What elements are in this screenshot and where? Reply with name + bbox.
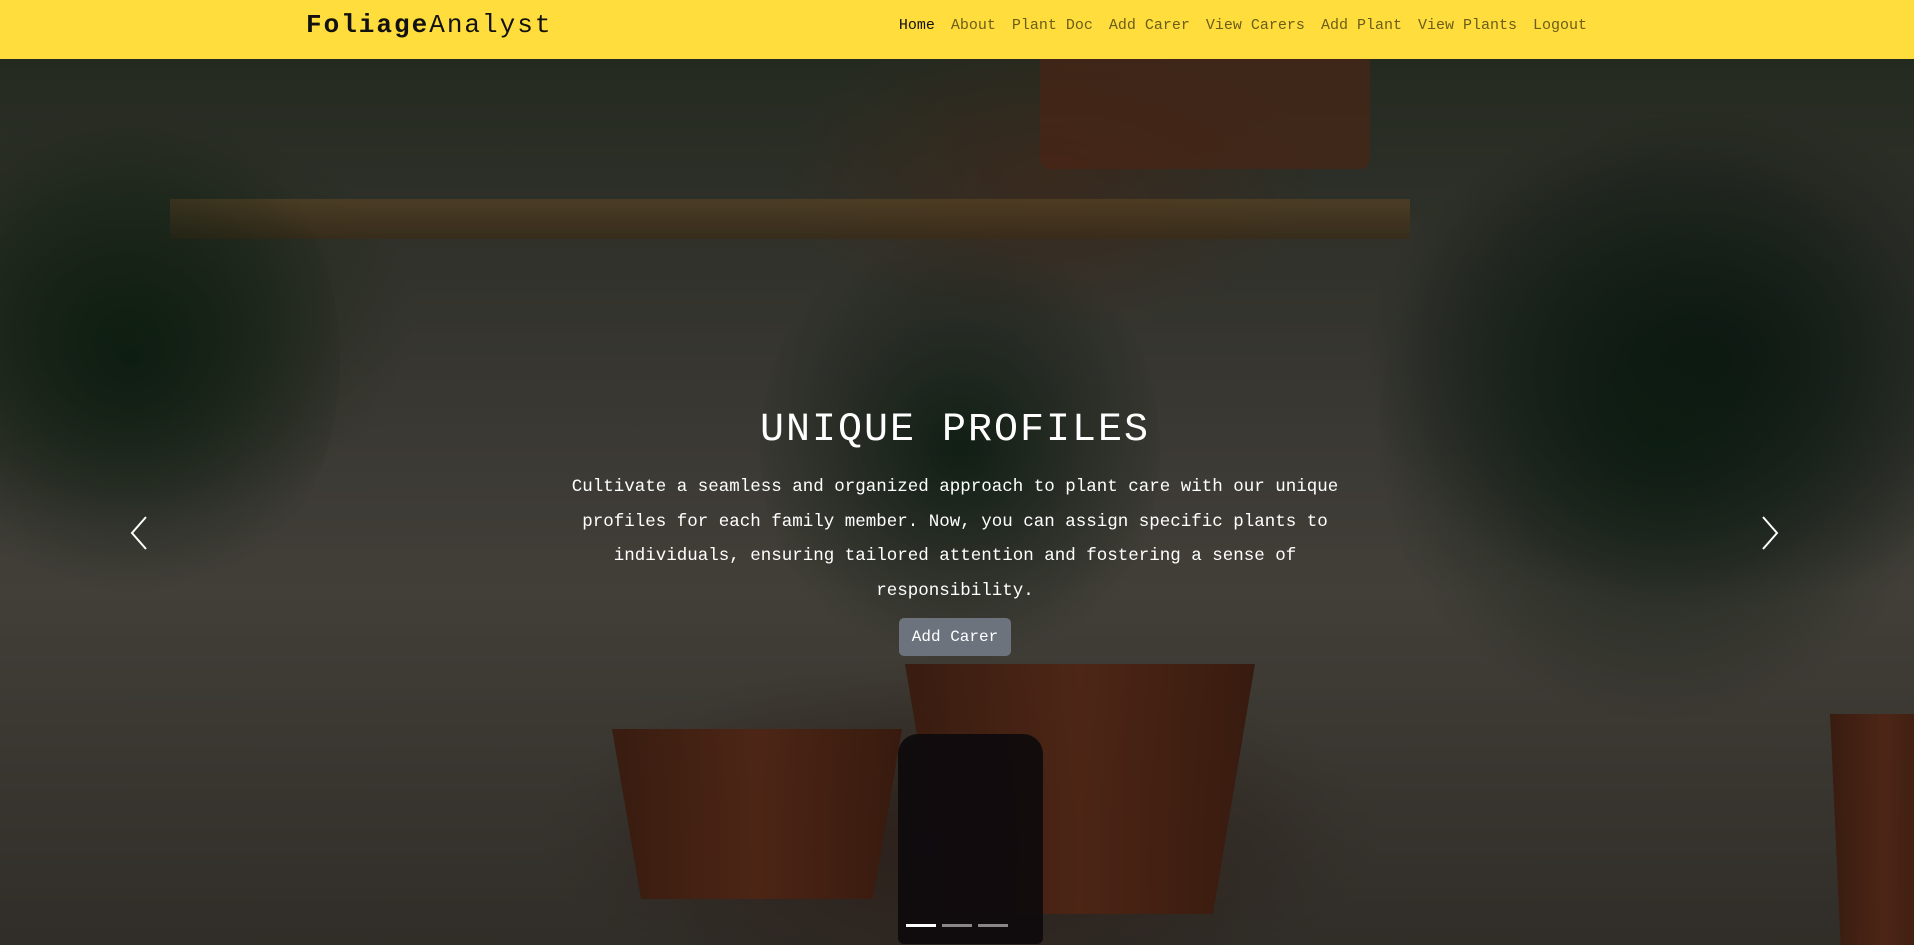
navbar: FoliageAnalyst Home About Plant Doc Add …: [0, 0, 1914, 59]
carousel-indicators: [0, 924, 1914, 927]
nav-link-view-carers[interactable]: View Carers: [1198, 16, 1313, 36]
nav-link-logout[interactable]: Logout: [1525, 16, 1595, 36]
carousel-prev-button[interactable]: [118, 503, 158, 563]
nav-link-add-plant[interactable]: Add Plant: [1313, 16, 1410, 36]
nav-link-view-plants[interactable]: View Plants: [1410, 16, 1525, 36]
add-carer-button[interactable]: Add Carer: [898, 618, 1012, 656]
brand-logo[interactable]: FoliageAnalyst: [306, 10, 552, 40]
brand-logo-bold: Foliage: [306, 10, 430, 40]
nav-link-about[interactable]: About: [943, 16, 1004, 36]
carousel-caption: UNIQUE PROFILES Cultivate a seamless and…: [547, 406, 1363, 656]
slide-description-line: profiles for each family member. Now, yo…: [582, 511, 1328, 532]
nav-links: Home About Plant Doc Add Carer View Care…: [891, 16, 1595, 36]
slide-description-line: individuals, ensuring tailored attention…: [613, 546, 1297, 566]
nav-link-plant-doc[interactable]: Plant Doc: [1004, 16, 1101, 36]
slide-description-line: Cultivate a seamless and organized appro…: [571, 477, 1339, 497]
chevron-right-icon: [1762, 516, 1779, 550]
slide-title: UNIQUE PROFILES: [759, 408, 1151, 453]
carousel-indicator-2[interactable]: [942, 924, 972, 927]
carousel-next-button[interactable]: [1751, 503, 1791, 563]
slide-description-line: responsibility.: [876, 580, 1034, 601]
carousel-indicator-1[interactable]: [906, 924, 936, 927]
brand-logo-rest: Analyst: [429, 10, 553, 40]
carousel-indicator-3[interactable]: [978, 924, 1008, 927]
nav-link-home[interactable]: Home: [891, 16, 943, 36]
nav-link-add-carer[interactable]: Add Carer: [1101, 16, 1198, 36]
chevron-left-icon: [130, 516, 147, 550]
slide-description: Cultivate a seamless and organized appro…: [547, 470, 1363, 608]
